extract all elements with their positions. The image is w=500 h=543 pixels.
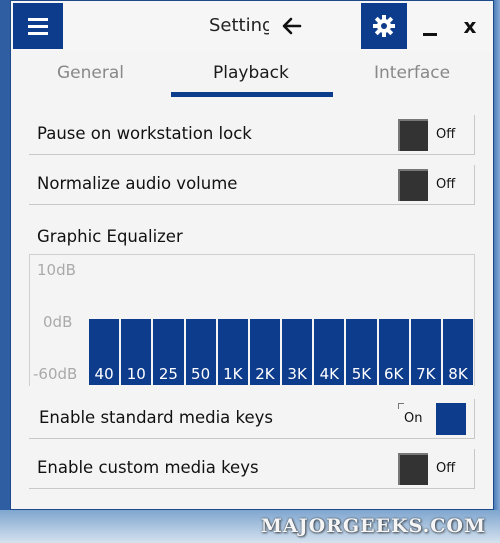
equalizer-title: Graphic Equalizer (37, 227, 183, 246)
eq-band-label: 3K (287, 365, 307, 383)
menu-button[interactable] (13, 3, 63, 49)
custom-keys-toggle[interactable]: Off (398, 453, 470, 485)
back-arrow-icon[interactable] (279, 13, 305, 39)
pause-lock-toggle[interactable]: Off (398, 119, 470, 151)
eq-scale-bottom: -60dB (33, 365, 78, 383)
toggle-state: On (404, 411, 423, 426)
eq-band-slider[interactable]: 7K (410, 319, 441, 385)
eq-band-slider[interactable]: 3K (282, 319, 313, 385)
eq-band-label: 10 (126, 365, 146, 383)
setting-label: Pause on workstation lock (37, 124, 252, 143)
equalizer-bands: 40 10 25 50 1K 2K 3K 4K 5K 6K 7K 8K (89, 319, 474, 385)
eq-band-slider[interactable]: 2K (249, 319, 281, 385)
eq-band-slider[interactable]: 10 (121, 319, 152, 385)
toggle-state: Off (436, 177, 456, 192)
eq-band-slider[interactable]: 50 (185, 319, 216, 385)
eq-band-slider[interactable]: 4K (314, 319, 345, 385)
eq-band-label: 1K (223, 365, 243, 383)
settings-button[interactable] (361, 3, 407, 49)
eq-band-slider[interactable]: 1K (217, 319, 248, 385)
title-bar: Settings x (11, 1, 493, 51)
setting-row-standard-keys: Enable standard media keys On (29, 399, 475, 439)
settings-window: Settings x (10, 0, 494, 510)
tab-general[interactable]: General (57, 63, 124, 95)
tab-playback[interactable]: Playback (213, 63, 289, 95)
setting-row-custom-keys: Enable custom media keys Off (29, 449, 475, 489)
normalize-toggle[interactable]: Off (398, 169, 470, 201)
eq-scale-top: 10dB (37, 261, 76, 279)
eq-band-label: 25 (158, 365, 178, 383)
eq-band-label: 50 (191, 365, 211, 383)
gear-icon (373, 15, 395, 37)
eq-band-label: 7K (416, 365, 436, 383)
toggle-state: Off (436, 461, 456, 476)
eq-band-label: 6K (383, 365, 404, 383)
eq-band-slider[interactable]: 6K (378, 319, 409, 385)
eq-band-label: 4K (319, 365, 339, 383)
eq-band-label: 5K (351, 365, 372, 383)
eq-scale-mid: 0dB (43, 313, 73, 331)
setting-label: Enable custom media keys (37, 458, 259, 477)
eq-band-slider[interactable]: 25 (153, 319, 184, 385)
setting-row-normalize: Normalize audio volume Off (29, 165, 475, 205)
setting-label: Enable standard media keys (39, 408, 273, 427)
standard-keys-toggle[interactable]: On (398, 403, 470, 435)
minimize-button[interactable] (415, 11, 445, 41)
hamburger-icon (28, 17, 48, 21)
eq-band-label: 2K (255, 365, 275, 383)
eq-band-label: 40 (94, 365, 114, 383)
eq-band-slider[interactable]: 40 (89, 319, 120, 385)
window-title: Settings (209, 15, 269, 36)
active-tab-indicator (171, 92, 333, 97)
tab-interface[interactable]: Interface (374, 63, 450, 95)
eq-band-label: 8K (448, 365, 468, 383)
minimize-icon (423, 33, 437, 36)
close-button[interactable]: x (455, 11, 485, 41)
watermark: MAJORGEEKS.COM (260, 515, 486, 537)
eq-band-slider[interactable]: 5K (346, 319, 377, 385)
toggle-state: Off (436, 127, 456, 142)
setting-label: Normalize audio volume (37, 174, 238, 193)
eq-band-slider[interactable]: 8K (442, 319, 474, 385)
desktop-background: MAJORGEEKS.COM (0, 510, 500, 543)
setting-row-pause-lock: Pause on workstation lock Off (29, 115, 475, 155)
